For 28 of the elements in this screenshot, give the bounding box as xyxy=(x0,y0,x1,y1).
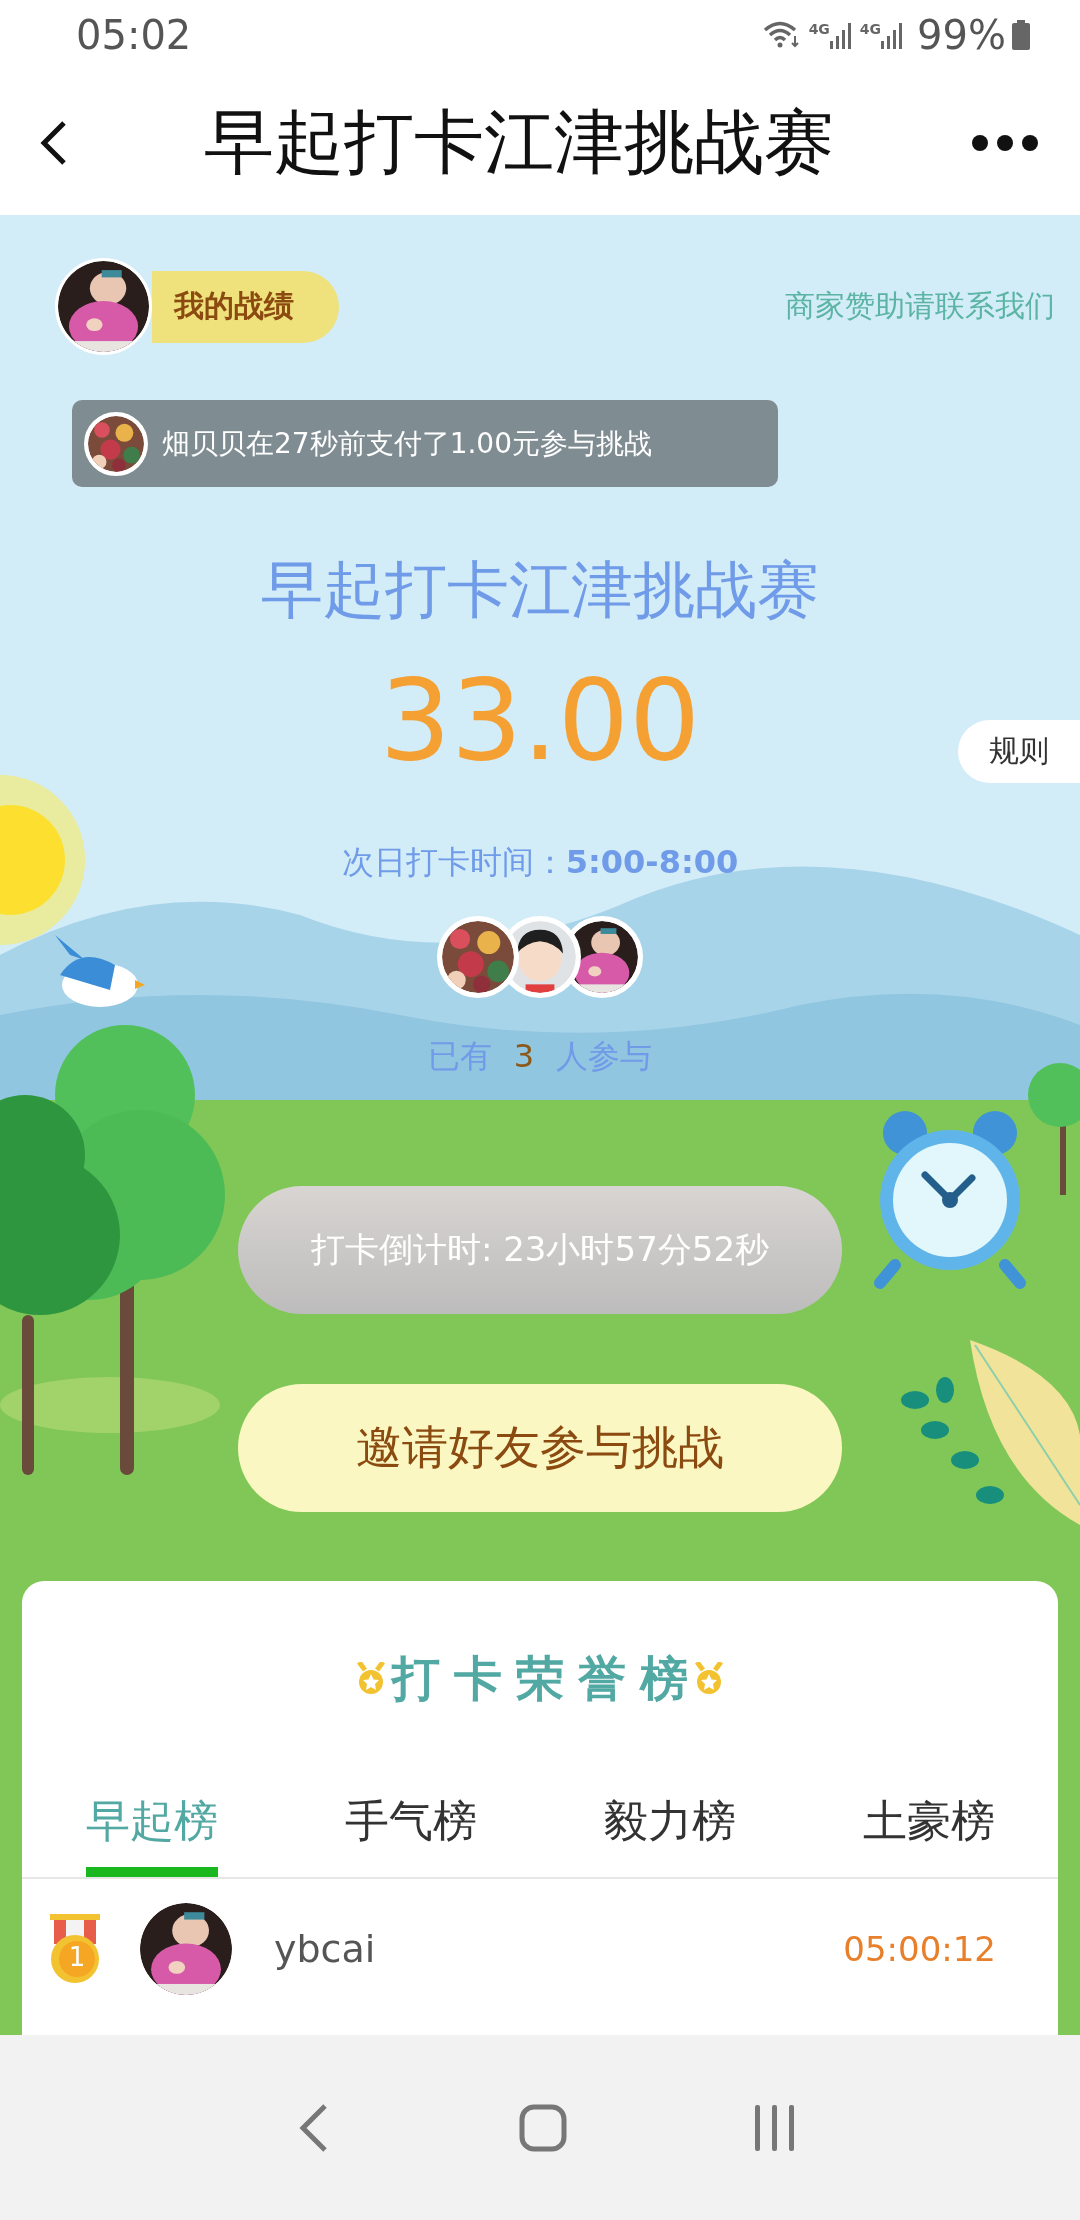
checkin-time: 5:00-8:00 xyxy=(565,843,739,881)
leaderboard-tab[interactable]: 手气榜 xyxy=(281,1781,540,1877)
challenge-title: 早起打卡江津挑战赛 xyxy=(261,552,819,628)
page-title: 早起打卡江津挑战赛 xyxy=(203,99,835,185)
leaderboard-tab[interactable]: 毅力榜 xyxy=(540,1781,799,1877)
rules-tab[interactable]: 规则 xyxy=(958,720,1080,783)
back-icon[interactable] xyxy=(38,118,68,167)
home-icon[interactable] xyxy=(518,2102,568,2153)
checkin-time: 05:00:12 xyxy=(843,1929,996,1969)
invite-button[interactable]: 邀请好友参与挑战 xyxy=(238,1384,842,1512)
leaderboard-tab[interactable]: 土豪榜 xyxy=(799,1781,1058,1877)
alarm-clock-icon xyxy=(874,1111,1026,1289)
leaderboard-title: 打卡荣誉榜 xyxy=(392,1649,702,1708)
signal-icon xyxy=(829,21,854,49)
battery-icon xyxy=(1012,20,1030,50)
medal-icon xyxy=(694,1662,724,1696)
participant-count: 3 xyxy=(513,1036,535,1077)
checkin-time-label: 次日打卡时间： xyxy=(341,843,566,881)
battery-level: 99% xyxy=(917,12,1006,58)
user-name: ybcai xyxy=(274,1927,377,1971)
medal-icon xyxy=(356,1662,386,1696)
more-icon[interactable] xyxy=(970,132,1040,153)
my-record-button[interactable]: 我的战绩 xyxy=(152,270,339,343)
network-type: 4G xyxy=(859,21,882,37)
notification-text: 畑贝贝在27秒前支付了1.00元参与挑战 xyxy=(162,425,652,462)
prize-amount: 33.00 xyxy=(379,655,701,785)
clock-time: 05:02 xyxy=(76,12,192,58)
network-type: 4G xyxy=(808,21,830,37)
